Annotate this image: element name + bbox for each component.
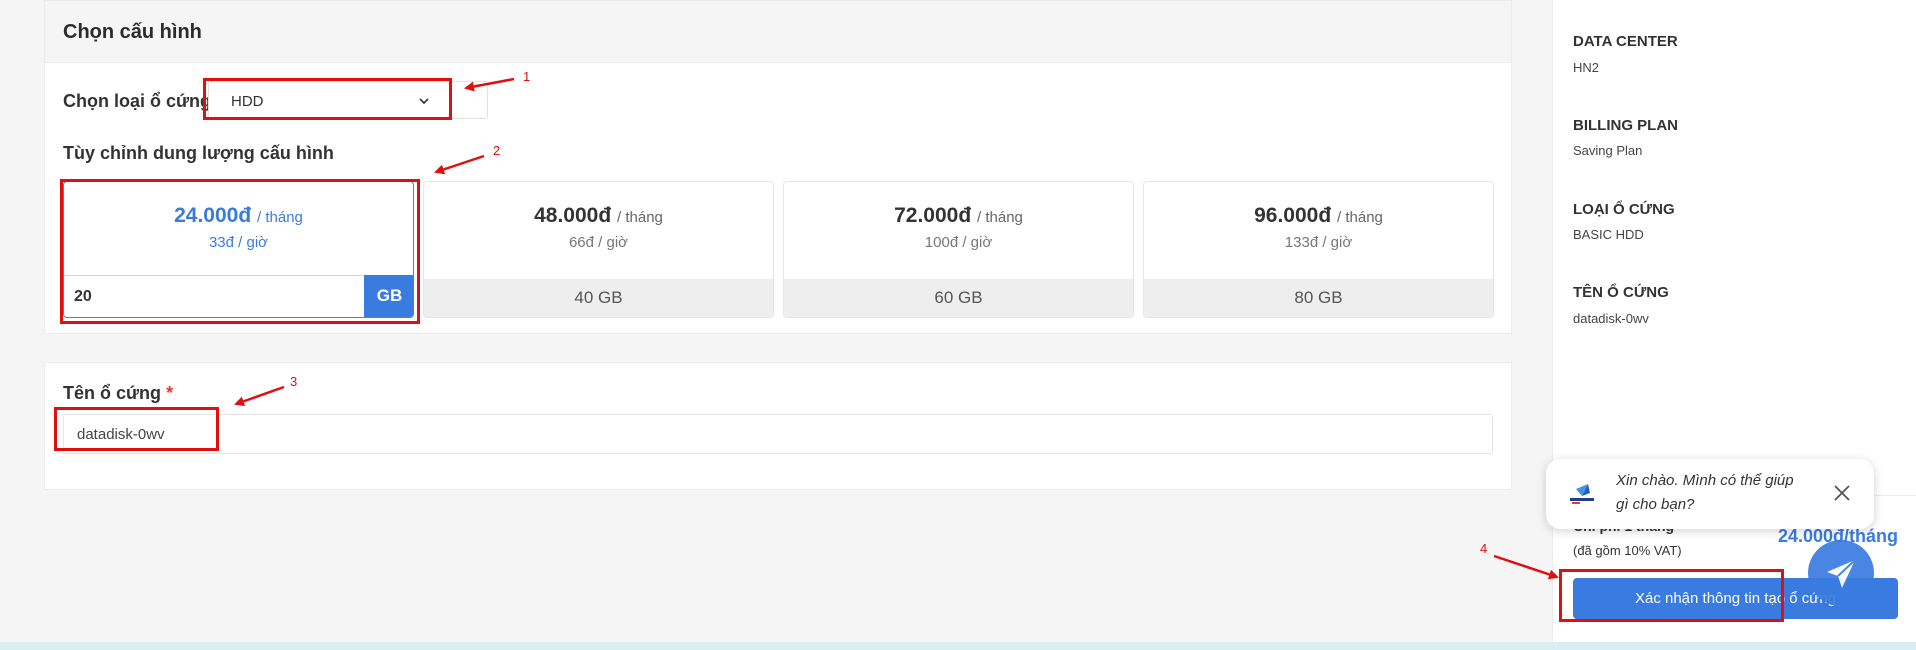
plan-price-line: 96.000đ / tháng bbox=[1144, 204, 1493, 228]
required-mark: * bbox=[166, 383, 174, 403]
brand-logo-icon bbox=[1570, 484, 1594, 504]
chat-greeting-text: Xin chào. Mình có thể giúp gì cho bạn? bbox=[1616, 472, 1794, 513]
summary-value-disk-type: BASIC HDD bbox=[1573, 227, 1644, 242]
plan-size: 80 GB bbox=[1144, 279, 1493, 317]
plan-price-line: 48.000đ / tháng bbox=[424, 204, 773, 228]
summary-label-data-center: DATA CENTER bbox=[1573, 33, 1678, 50]
chat-launcher-button[interactable] bbox=[1808, 540, 1874, 606]
plan-hourly-price: 133đ / giờ bbox=[1284, 234, 1353, 251]
plan-price: 96.000đ bbox=[1254, 204, 1332, 227]
page-bottom-strip bbox=[0, 642, 1916, 650]
plan-card-60gb[interactable]: 72.000đ / tháng 100đ / giờ 60 GB bbox=[783, 181, 1134, 318]
order-summary-sidebar: DATA CENTER HN2 BILLING PLAN Saving Plan… bbox=[1552, 0, 1916, 642]
annotation-number-1: 1 bbox=[523, 69, 531, 84]
summary-value-data-center: HN2 bbox=[1573, 60, 1600, 75]
annotation-number-3: 3 bbox=[290, 374, 298, 389]
summary-label-disk-type: LOẠI Ổ CỨNG bbox=[1573, 201, 1675, 218]
disk-name-label-text: Tên ổ cứng bbox=[63, 383, 162, 403]
highlight-box-1 bbox=[203, 78, 452, 120]
disk-type-label: Chọn loại ổ cứng: bbox=[63, 91, 218, 111]
highlight-box-2 bbox=[60, 179, 420, 324]
highlight-box-3 bbox=[54, 407, 219, 451]
vat-note: (đã gồm 10% VAT) bbox=[1573, 543, 1682, 558]
plan-hourly-price: 100đ / giờ bbox=[924, 234, 993, 251]
highlight-box-4 bbox=[1559, 569, 1784, 622]
plan-price-period: / tháng bbox=[1337, 209, 1383, 226]
summary-label-disk-name: TÊN Ổ CỨNG bbox=[1573, 284, 1669, 301]
plan-price: 72.000đ bbox=[894, 204, 972, 227]
disk-name-label: Tên ổ cứng * bbox=[63, 383, 173, 404]
chat-greeting-bubble[interactable]: Xin chào. Mình có thể giúp gì cho bạn? bbox=[1546, 459, 1874, 529]
plan-size: 60 GB bbox=[784, 279, 1133, 317]
custom-capacity-label: Tùy chỉnh dung lượng cấu hình bbox=[63, 143, 334, 163]
plan-price: 48.000đ bbox=[534, 204, 612, 227]
plan-hourly-price: 66đ / giờ bbox=[568, 234, 629, 251]
annotation-arrow-4 bbox=[1493, 554, 1559, 580]
summary-value-billing-plan: Saving Plan bbox=[1573, 143, 1643, 158]
disk-name-input[interactable] bbox=[63, 414, 1493, 454]
plan-size: 40 GB bbox=[424, 279, 773, 317]
summary-value-disk-name: datadisk-0wv bbox=[1573, 311, 1649, 326]
plan-card-80gb[interactable]: 96.000đ / tháng 133đ / giờ 80 GB bbox=[1143, 181, 1494, 318]
config-title: Chọn cấu hình bbox=[63, 21, 202, 43]
plan-price-period: / tháng bbox=[617, 209, 663, 226]
close-icon[interactable] bbox=[1832, 483, 1852, 503]
plan-card-40gb[interactable]: 48.000đ / tháng 66đ / giờ 40 GB bbox=[423, 181, 774, 318]
paper-plane-icon bbox=[1827, 559, 1856, 588]
disk-name-card: Tên ổ cứng * bbox=[44, 362, 1512, 490]
plan-price-period: / tháng bbox=[977, 209, 1023, 226]
plan-price-line: 72.000đ / tháng bbox=[784, 204, 1133, 228]
annotation-number-4: 4 bbox=[1480, 541, 1488, 556]
summary-label-billing-plan: BILLING PLAN bbox=[1573, 117, 1678, 134]
annotation-number-2: 2 bbox=[493, 143, 501, 158]
config-card-header: Chọn cấu hình bbox=[45, 1, 1511, 63]
